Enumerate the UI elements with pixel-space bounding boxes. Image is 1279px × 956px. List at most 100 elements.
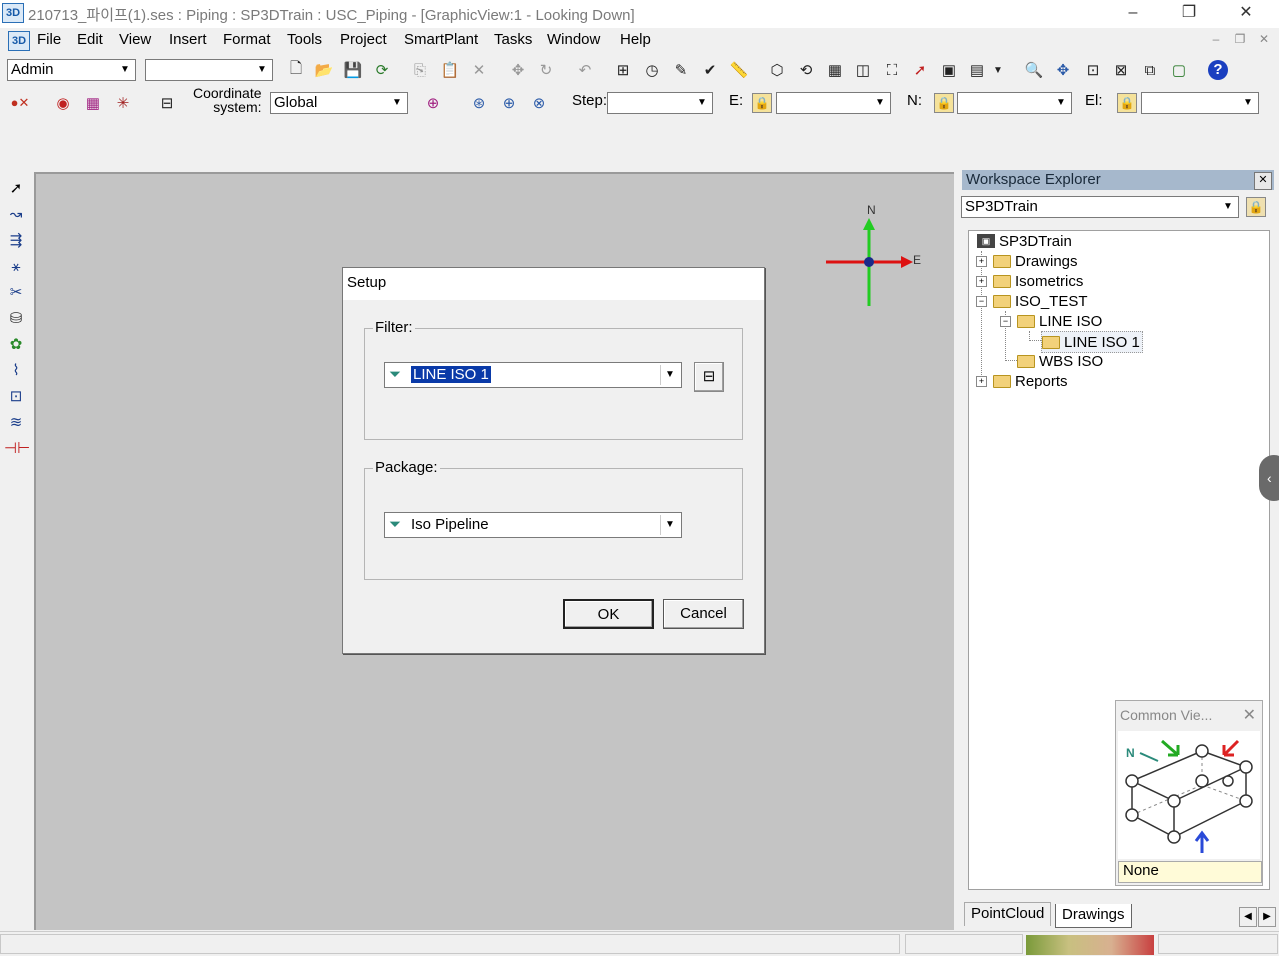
insert-specialty-icon[interactable]: ⚹ (4, 255, 28, 279)
tab-drawings[interactable]: Drawings (1055, 904, 1132, 928)
help-icon[interactable]: ? (1205, 58, 1231, 82)
collapse-icon[interactable]: − (976, 296, 987, 307)
view-style-icon[interactable]: ▣ (936, 58, 962, 82)
snap-icon[interactable]: ⊛ (466, 91, 492, 115)
menu-format[interactable]: Format (223, 31, 271, 48)
dialog-title-bar[interactable]: Setup (343, 268, 764, 300)
properties-icon[interactable]: ⊟ (154, 91, 180, 115)
insert-split-icon[interactable]: ✂ (4, 281, 28, 305)
e-lock-icon[interactable]: 🔒 (752, 93, 772, 113)
new-file-icon[interactable]: 🗋 (283, 58, 309, 82)
pan-icon[interactable]: ✥ (1050, 58, 1076, 82)
route-pipe-icon[interactable]: ↝ (4, 203, 28, 227)
insert-tap-icon[interactable]: ⛁ (4, 307, 28, 331)
common-views-icon[interactable]: ⧉ (1137, 58, 1163, 82)
paste-icon[interactable]: 📋 (437, 58, 463, 82)
select-arrow-icon[interactable]: ➚ (4, 177, 28, 201)
coordinate-system-combo[interactable]: Global ▼ (270, 92, 408, 114)
ok-button[interactable]: OK (563, 599, 654, 629)
menu-file[interactable]: File (37, 31, 61, 48)
menu-view[interactable]: View (119, 31, 151, 48)
mdi-restore-button[interactable]: ❐ (1230, 32, 1250, 48)
close-window-button[interactable]: ✕ (1224, 2, 1268, 24)
named-views-icon[interactable]: ▢ (1166, 58, 1192, 82)
cancel-button[interactable]: Cancel (663, 599, 744, 629)
pinpoint-target-icon[interactable]: ⊗ (526, 91, 552, 115)
workspace-filter-combo[interactable]: SP3DTrain ▼ (961, 196, 1239, 218)
fit-all-icon[interactable]: ⛶ (879, 58, 905, 82)
expand-icon[interactable]: + (976, 376, 987, 387)
minimize-button[interactable]: – (1111, 2, 1155, 24)
panel-collapse-handle[interactable]: ‹ (1259, 455, 1279, 501)
el-combo[interactable]: ▼ (1141, 92, 1259, 114)
n-combo[interactable]: ▼ (957, 92, 1072, 114)
view-rotate-icon[interactable]: ⟲ (793, 58, 819, 82)
restore-button[interactable]: ❐ (1167, 2, 1211, 24)
workspace-lock-icon[interactable]: 🔒 (1246, 197, 1266, 217)
tab-scroll-left-icon[interactable]: ◀ (1239, 907, 1257, 927)
edit-properties-icon[interactable]: ✎ (668, 58, 694, 82)
mdi-close-button[interactable]: ✕ (1254, 32, 1274, 48)
inspect-icon[interactable]: ◉ (50, 91, 76, 115)
menu-help[interactable]: Help (620, 31, 651, 48)
pinpoint-icon[interactable]: ✳ (110, 91, 136, 115)
tree-item-isometrics[interactable]: Isometrics (993, 271, 1083, 291)
tree-item-drawings[interactable]: Drawings (993, 251, 1078, 271)
save-icon[interactable]: 💾 (340, 58, 366, 82)
mdi-minimize-button[interactable]: – (1206, 32, 1226, 48)
view-3d-icon[interactable]: ⬡ (764, 58, 790, 82)
insert-tag-icon[interactable]: ⊡ (4, 385, 28, 409)
insert-support-icon[interactable]: ✿ (4, 333, 28, 357)
insert-spool-icon[interactable]: ≋ (4, 411, 28, 435)
chevron-down-icon[interactable]: ▼ (990, 58, 1006, 82)
document-icon[interactable]: 3D (8, 31, 30, 51)
move-icon[interactable]: ✥ (505, 58, 531, 82)
filter-properties-button[interactable]: ⊟ (694, 362, 724, 392)
delete-icon[interactable]: ✕ (466, 58, 492, 82)
insert-weld-icon[interactable]: ⊣⊢ (4, 437, 30, 461)
tree-item-line-iso-1[interactable]: LINE ISO 1 (1041, 331, 1143, 353)
insert-component-icon[interactable]: ⇶ (4, 229, 28, 253)
menu-edit[interactable]: Edit (77, 31, 103, 48)
menu-tasks[interactable]: Tasks (494, 31, 532, 48)
tree-item-iso-test[interactable]: ISO_TEST (993, 291, 1088, 311)
tree-item-wbs-iso[interactable]: WBS ISO (1017, 351, 1103, 371)
grid-icon[interactable]: ▦ (80, 91, 106, 115)
clock-icon[interactable]: ◷ (639, 58, 665, 82)
close-icon[interactable]: ✕ (1243, 705, 1256, 725)
view-cube[interactable]: N (1118, 731, 1260, 859)
permission-group-combo[interactable]: Admin ▼ (7, 59, 136, 81)
tree-item-root[interactable]: ▣ SP3DTrain (977, 231, 1072, 251)
filter-combo[interactable]: ⏷ LINE ISO 1 ▼ (384, 362, 682, 388)
tab-scroll-right-icon[interactable]: ▶ (1258, 907, 1276, 927)
expand-icon[interactable]: + (976, 276, 987, 287)
e-combo[interactable]: ▼ (776, 92, 891, 114)
clip-volume-icon[interactable]: ▦ (822, 58, 848, 82)
n-lock-icon[interactable]: 🔒 (934, 93, 954, 113)
zoom-icon[interactable]: 🔍 (1021, 58, 1047, 82)
pinpoint-relative-icon[interactable]: ⊕ (496, 91, 522, 115)
menu-insert[interactable]: Insert (169, 31, 207, 48)
measure-icon[interactable]: 📏 (726, 58, 752, 82)
select-pointer-icon[interactable]: ➚ (907, 58, 933, 82)
collapse-icon[interactable]: − (1000, 316, 1011, 327)
package-combo[interactable]: ⏷ Iso Pipeline ▼ (384, 512, 682, 538)
close-icon[interactable]: ✕ (1254, 172, 1272, 190)
secondary-combo[interactable]: ▼ (145, 59, 273, 81)
menu-project[interactable]: Project (340, 31, 387, 48)
check-icon[interactable]: ✔ (697, 58, 723, 82)
el-lock-icon[interactable]: 🔒 (1117, 93, 1137, 113)
menu-smartplant[interactable]: SmartPlant (404, 31, 478, 48)
coordinate-system-settings-icon[interactable]: ⊕ (420, 91, 446, 115)
tab-pointcloud[interactable]: PointCloud (964, 902, 1052, 926)
step-combo[interactable]: ▼ (607, 92, 713, 114)
clear-selection-icon[interactable]: ●✕ (7, 91, 33, 115)
tree-item-reports[interactable]: Reports (993, 371, 1068, 391)
tree-item-line-iso[interactable]: LINE ISO (1017, 311, 1102, 331)
fit-view-icon[interactable]: ⊠ (1108, 58, 1134, 82)
menu-tools[interactable]: Tools (287, 31, 322, 48)
refresh-icon[interactable]: ⟳ (369, 58, 395, 82)
display-options-icon[interactable]: ▤ (964, 58, 990, 82)
zoom-area-icon[interactable]: ⊡ (1080, 58, 1106, 82)
rotate-icon[interactable]: ↻ (533, 58, 559, 82)
